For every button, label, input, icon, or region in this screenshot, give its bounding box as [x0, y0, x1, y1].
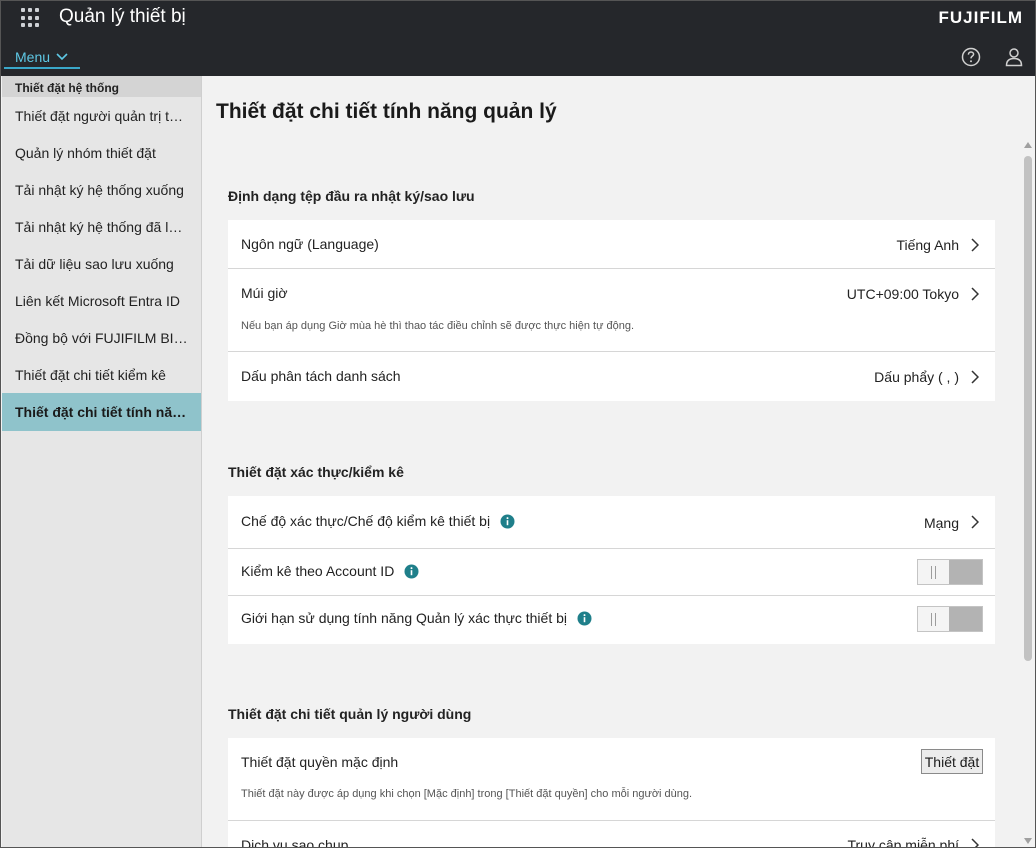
auth-mode-label: Chế độ xác thực/Chế độ kiểm kê thiết bị [241, 513, 491, 529]
sidebar-item-download-saved-log[interactable]: Tải nhật ký hệ thống đã lưu ... [2, 208, 201, 245]
sidebar-heading: Thiết đặt hệ thống [2, 76, 201, 97]
sidebar-item-bi-sync[interactable]: Đồng bộ với FUJIFILM BI Di... [2, 319, 201, 356]
sidebar-item-admin-settings[interactable]: Thiết đặt người quản trị tài k... [2, 97, 201, 134]
toggle-knob [931, 566, 936, 579]
copy-service-row[interactable]: Dịch vụ sao chụp Truy cập miễn phí [228, 821, 995, 848]
scroll-down-icon[interactable] [1024, 838, 1032, 844]
default-permission-row: Thiết đặt quyền mặc định Thiết đặt Thiết… [228, 738, 995, 821]
info-icon[interactable] [404, 564, 419, 579]
default-permission-description: Thiết đặt này được áp dụng khi chọn [Mặc… [241, 788, 693, 800]
main-scrollbar[interactable] [1021, 139, 1035, 847]
user-icon[interactable] [1005, 47, 1023, 67]
app-title: Quản lý thiết bị [59, 6, 186, 27]
timezone-row[interactable]: Múi giờ UTC+09:00 Tokyo Nếu bạn áp dụng … [228, 269, 995, 352]
chevron-down-icon [56, 52, 68, 60]
output-format-card: Ngôn ngữ (Language) Tiếng Anh Múi giờ UT… [228, 220, 995, 401]
menu-label: Menu [15, 48, 51, 65]
sidebar-item-management-features[interactable]: Thiết đặt chi tiết tính năng... [2, 393, 201, 431]
app-window: Quản lý thiết bị FUJIFILM Menu Thiết đặt… [0, 0, 1036, 848]
auth-mode-row[interactable]: Chế độ xác thực/Chế độ kiểm kê thiết bị … [228, 496, 995, 549]
toggle-track [949, 607, 982, 631]
list-separator-row[interactable]: Dấu phân tách danh sách Dấu phẩy ( , ) [228, 352, 995, 401]
sidebar-item-audit-settings[interactable]: Thiết đặt chi tiết kiểm kê [2, 356, 201, 393]
timezone-value: UTC+09:00 Tokyo [846, 286, 959, 302]
sidebar-item-download-backup[interactable]: Tải dữ liệu sao lưu xuống [2, 245, 201, 282]
app-launcher-icon[interactable] [21, 8, 41, 28]
menu-button[interactable]: Menu [4, 46, 80, 69]
account-id-audit-row: Kiểm kê theo Account ID [228, 549, 995, 596]
restrict-auth-row: Giới hạn sử dụng tính năng Quản lý xác t… [228, 596, 995, 644]
section-title-user-management: Thiết đặt chi tiết quản lý người dùng [228, 706, 472, 722]
default-permission-set-button[interactable]: Thiết đặt [921, 749, 983, 774]
info-icon[interactable] [577, 611, 592, 626]
info-icon[interactable] [500, 514, 515, 529]
sidebar-item-settings-group[interactable]: Quản lý nhóm thiết đặt [2, 134, 201, 171]
chevron-right-icon [971, 287, 979, 301]
scroll-up-icon[interactable] [1024, 142, 1032, 148]
page-title: Thiết đặt chi tiết tính năng quản lý [216, 100, 557, 123]
language-label: Ngôn ngữ (Language) [241, 236, 379, 252]
auth-audit-card: Chế độ xác thực/Chế độ kiểm kê thiết bị … [228, 496, 995, 644]
restrict-auth-label: Giới hạn sử dụng tính năng Quản lý xác t… [241, 610, 567, 626]
sidebar-item-entra-id[interactable]: Liên kết Microsoft Entra ID [2, 282, 201, 319]
chevron-right-icon [971, 370, 979, 384]
copy-service-value: Truy cập miễn phí [847, 837, 959, 848]
toggle-track [949, 560, 982, 584]
toggle-knob [931, 613, 936, 626]
user-management-card: Thiết đặt quyền mặc định Thiết đặt Thiết… [228, 738, 995, 848]
language-value: Tiếng Anh [896, 237, 959, 253]
list-separator-label: Dấu phân tách danh sách [241, 368, 401, 384]
list-separator-value: Dấu phẩy ( , ) [874, 369, 959, 385]
language-row[interactable]: Ngôn ngữ (Language) Tiếng Anh [228, 220, 995, 269]
sidebar-item-download-system-log[interactable]: Tải nhật ký hệ thống xuống [2, 171, 201, 208]
account-id-audit-label: Kiểm kê theo Account ID [241, 563, 395, 579]
section-title-auth-audit: Thiết đặt xác thực/kiểm kê [228, 464, 404, 480]
main-content: Thiết đặt chi tiết tính năng quản lý Địn… [203, 76, 1021, 848]
sidebar: Thiết đặt hệ thống Thiết đặt người quản … [2, 76, 202, 847]
timezone-label: Múi giờ [241, 285, 288, 301]
chevron-right-icon [971, 238, 979, 252]
auth-mode-value: Mạng [923, 515, 959, 531]
default-permission-label: Thiết đặt quyền mặc định [241, 754, 399, 770]
account-id-audit-toggle[interactable] [917, 559, 983, 585]
timezone-description: Nếu bạn áp dụng Giờ mùa hè thì thao tác … [241, 320, 635, 332]
chevron-right-icon [971, 838, 979, 847]
scroll-thumb[interactable] [1024, 156, 1032, 661]
chevron-right-icon [971, 515, 979, 529]
section-title-output-format: Định dạng tệp đầu ra nhật ký/sao lưu [228, 188, 475, 204]
brand-logo: FUJIFILM [938, 8, 1023, 27]
copy-service-label: Dịch vụ sao chụp [241, 837, 349, 848]
top-bar: Quản lý thiết bị FUJIFILM Menu [1, 1, 1035, 76]
help-icon[interactable] [961, 47, 981, 67]
restrict-auth-toggle[interactable] [917, 606, 983, 632]
